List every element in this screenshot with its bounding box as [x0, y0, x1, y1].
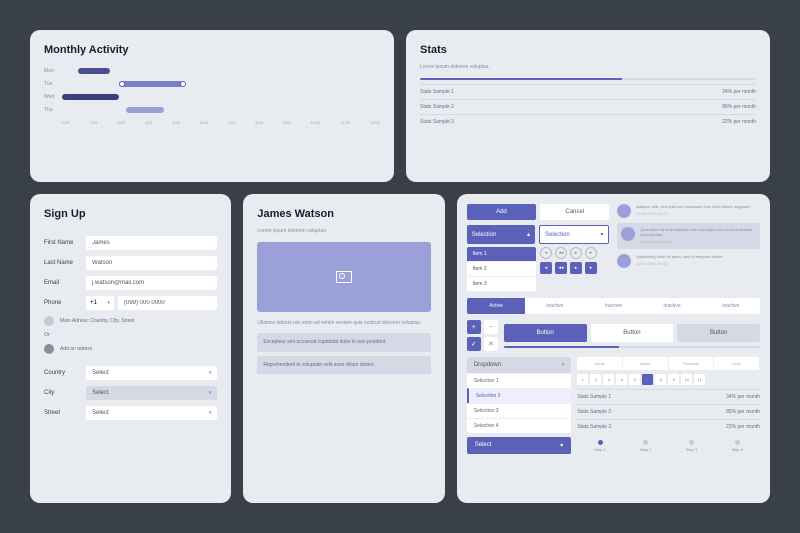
phone-cc-select[interactable]: +1▾ [86, 296, 114, 310]
dropdown-option[interactable]: Selection 2 [467, 388, 571, 403]
add-button[interactable]: Add [467, 204, 536, 220]
dropdown-item[interactable]: Item 1 [467, 247, 536, 262]
monthly-activity-card: Monthly Activity Mon Tue Wed Thu 1/252/2… [30, 30, 394, 182]
plus-icon[interactable]: + [467, 320, 481, 334]
gantt-chart: Mon Tue Wed Thu 1/252/253/254/255/256/25… [44, 64, 380, 124]
page-num[interactable]: 3 [603, 374, 614, 385]
monthly-title: Monthly Activity [44, 44, 380, 56]
dropdown-option[interactable]: Selection 4 [467, 418, 571, 433]
stat-row: Stats Sample 134% per month [577, 389, 760, 404]
tab-active[interactable]: Active [467, 298, 526, 314]
dropdown-item[interactable]: Item 3 [467, 277, 536, 292]
avatar-icon [617, 254, 631, 268]
stat-row: Stats Sample 322% per month [420, 114, 756, 129]
quote-block: Reprehenderit in voluptate velit esse ci… [257, 356, 430, 375]
tab-inactive[interactable]: Inactive [643, 298, 702, 314]
avatar-icon [617, 204, 631, 218]
tab-inactive[interactable]: Inactive [701, 298, 760, 314]
image-icon [336, 271, 352, 283]
tab-bar: Active Inactive Inactive Inactive Inacti… [467, 298, 760, 314]
email-input[interactable] [86, 276, 217, 290]
stats-card: Stats Lorem ipsum dolorem voluptas. Stat… [406, 30, 770, 182]
controls-card: Add Cancel Selection▴ Selection▾ Item 1 … [457, 194, 770, 503]
page-num[interactable]: 5 [629, 374, 640, 385]
page-num[interactable]: 2 [590, 374, 601, 385]
prev-icon[interactable]: ◂ [540, 262, 552, 274]
page-num[interactable]: ... [642, 374, 653, 385]
page-num[interactable]: 10 [681, 374, 692, 385]
comment-item: Adipisciing dolor sit amet, sed mi tempo… [617, 254, 760, 268]
cancel-button[interactable]: Cancel [540, 204, 609, 220]
check-icon[interactable]: ✓ [467, 337, 481, 351]
button-ghost[interactable]: Button [677, 324, 760, 342]
dropdown-option[interactable]: Selection 3 [467, 403, 571, 418]
step[interactable]: Step 4 [714, 440, 760, 452]
lastname-input[interactable] [86, 256, 217, 270]
stat-row: Stats Sample 285% per month [577, 404, 760, 419]
address-radio-2[interactable]: Add an adress [44, 344, 217, 354]
prev-icon[interactable]: ◂ [540, 247, 552, 259]
play-icon[interactable]: ▸ [570, 247, 582, 259]
dropdown-toggle[interactable]: Dropdown▾ [467, 357, 571, 373]
button-primary[interactable]: Button [504, 324, 587, 342]
next-icon[interactable]: ▸ [585, 262, 597, 274]
selection-dropdown-filled[interactable]: Selection▴ [467, 225, 535, 244]
rewind-icon[interactable]: ◂◂ [555, 247, 567, 259]
page-num[interactable]: 11 [694, 374, 705, 385]
nav-tabs: Home About Products Help [577, 357, 760, 370]
stats-title: Stats [420, 44, 756, 56]
address-radio-1[interactable]: Main Adress: Country, City, Street [44, 316, 217, 326]
page-num[interactable]: 4 [616, 374, 627, 385]
nav-tab[interactable]: Help [714, 357, 760, 370]
nav-tab[interactable]: Products [669, 357, 715, 370]
tab-inactive[interactable]: Inactive [525, 298, 584, 314]
signup-card: Sign Up First Name Last Name Email Phone… [30, 194, 231, 503]
pagination: 1 2 3 4 5 ... 8 9 10 11 [577, 374, 760, 385]
step[interactable]: Step 3 [669, 440, 715, 452]
page-num[interactable]: 9 [668, 374, 679, 385]
button-secondary[interactable]: Button [591, 324, 674, 342]
quote-block: Excepteur sint occaecat cupidatat dolor … [257, 333, 430, 352]
avatar-icon [621, 227, 635, 241]
dropdown-box: Dropdown▾ Selection 1 Selection 2 Select… [467, 357, 571, 433]
next-icon[interactable]: ▸ [585, 247, 597, 259]
firstname-input[interactable] [86, 236, 217, 250]
signup-title: Sign Up [44, 208, 217, 220]
dropdown-option[interactable]: Selection 1 [467, 373, 571, 388]
dropdown-item[interactable]: Item 2 [467, 262, 536, 277]
phone-input[interactable] [118, 296, 217, 310]
country-select[interactable]: Select▾ [86, 366, 217, 380]
step[interactable]: Step 2 [623, 440, 669, 452]
close-icon[interactable]: ✕ [484, 337, 498, 351]
page-num[interactable]: 8 [655, 374, 666, 385]
comment-item: Quia dolor sit amet adipisci velit numqu… [617, 223, 760, 249]
play-icon[interactable]: ▸ [570, 262, 582, 274]
street-select[interactable]: Select▾ [86, 406, 217, 420]
tab-inactive[interactable]: Inactive [584, 298, 643, 314]
stat-row: Stats Sample 285% per month [420, 99, 756, 114]
minus-icon[interactable]: − [484, 320, 498, 334]
nav-tab[interactable]: Home [577, 357, 623, 370]
rewind-icon[interactable]: ◂◂ [555, 262, 567, 274]
profile-image-placeholder [257, 242, 430, 312]
stat-row: Stats Sample 134% per month [420, 84, 756, 99]
stepper: Step 1 Step 2 Step 3 Step 4 [577, 440, 760, 452]
stat-row: Stats Sample 322% per month [577, 419, 760, 434]
comment-item: Adipisci velit, sed quia non numquam eiu… [617, 204, 760, 218]
nav-tab[interactable]: About [623, 357, 669, 370]
step[interactable]: Step 1 [577, 440, 623, 452]
selection-dropdown-outline[interactable]: Selection▾ [539, 225, 609, 244]
profile-card: James Watson Lorem ipsum dolorem volupta… [243, 194, 444, 503]
page-num[interactable]: 1 [577, 374, 588, 385]
profile-name: James Watson [257, 208, 430, 220]
select-button[interactable]: Select▾ [467, 437, 571, 454]
city-select[interactable]: Select▾ [86, 386, 217, 400]
